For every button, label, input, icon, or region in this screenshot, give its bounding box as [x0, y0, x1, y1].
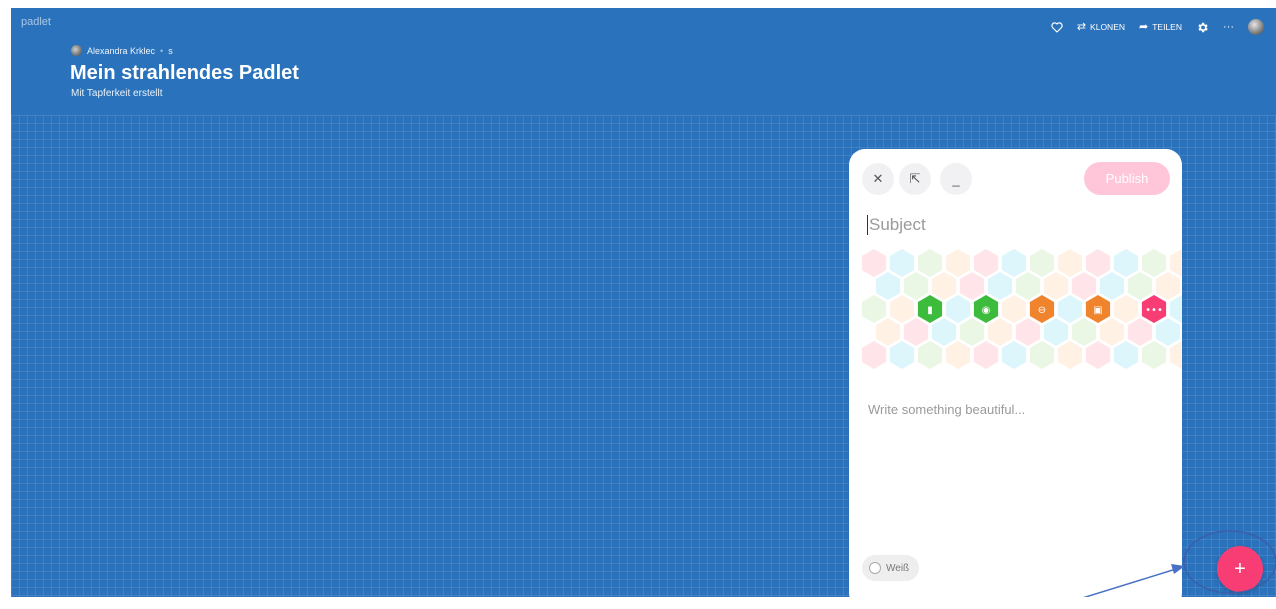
- page-title[interactable]: Mein strahlendes Padlet: [70, 62, 299, 85]
- close-button[interactable]: ✕: [862, 163, 894, 195]
- hex-pattern-cell: [1043, 318, 1069, 346]
- hex-pattern-cell: [945, 341, 971, 369]
- hex-pattern-cell: [1155, 272, 1181, 300]
- hex-pattern-cell: [1029, 249, 1055, 277]
- hex-pattern-cell: [903, 318, 929, 346]
- author-separator: •: [160, 45, 164, 56]
- like-button[interactable]: [1051, 21, 1063, 33]
- more-button[interactable]: ···: [1223, 20, 1234, 33]
- hex-pattern-cell: [1057, 295, 1083, 323]
- author-name[interactable]: Alexandra Krklec: [87, 46, 155, 56]
- hex-pattern-cell: [1071, 318, 1097, 346]
- link-icon: ⊖: [1038, 305, 1046, 316]
- close-icon: ✕: [872, 171, 884, 186]
- gear-icon: [1198, 22, 1208, 32]
- share-arrow-icon: ➦: [1139, 20, 1149, 33]
- hex-pattern-cell: [1169, 341, 1182, 369]
- expand-button[interactable]: ⇱: [899, 163, 931, 195]
- share-label: TEILEN: [1152, 22, 1182, 32]
- hex-pattern-cell: [1085, 341, 1111, 369]
- hex-pattern-cell: [861, 295, 887, 323]
- upload-file-icon: ▮: [927, 305, 933, 316]
- hex-pattern-cell: [1127, 272, 1153, 300]
- expand-arrow-icon: ⇱: [909, 171, 921, 186]
- hex-pattern-cell: [945, 295, 971, 323]
- hex-pattern-cell: [1169, 249, 1182, 277]
- hex-pattern-cell: [987, 272, 1013, 300]
- hex-pattern-cell: [889, 341, 915, 369]
- hex-pattern-cell: [1099, 272, 1125, 300]
- settings-button[interactable]: [1196, 21, 1209, 34]
- hex-pattern-cell: [875, 318, 901, 346]
- hex-pattern-cell: [903, 272, 929, 300]
- author-suffix: s: [168, 45, 173, 56]
- hex-pattern-cell: [959, 318, 985, 346]
- publish-button[interactable]: Publish: [1084, 162, 1170, 195]
- hex-pattern-cell: [1141, 249, 1167, 277]
- hex-pattern-cell: [917, 341, 943, 369]
- page-subtitle[interactable]: Mit Tapferkeit erstellt: [71, 88, 163, 99]
- camera-icon: ◉: [982, 305, 991, 316]
- hex-pattern-cell: [987, 318, 1013, 346]
- hex-pattern-cell: [889, 295, 915, 323]
- hex-pattern-cell: [1001, 249, 1027, 277]
- hex-pattern-cell: [1085, 249, 1111, 277]
- clone-label: KLONEN: [1090, 22, 1126, 32]
- attachment-picker: ▮ ◉ ⊖ ▣ •••: [861, 249, 1182, 369]
- ellipsis-icon: ···: [1223, 20, 1234, 33]
- add-post-button[interactable]: +: [1217, 546, 1263, 592]
- author-avatar[interactable]: [71, 45, 82, 56]
- plus-icon: +: [1234, 557, 1246, 580]
- user-avatar[interactable]: [1248, 19, 1264, 35]
- hex-pattern-cell: [889, 249, 915, 277]
- author-line: Alexandra Krklec • s: [71, 45, 173, 56]
- hex-pattern-cell: [1113, 295, 1139, 323]
- top-toolbar: ⇄ KLONEN ➦ TEILEN ···: [1051, 19, 1264, 35]
- hex-pattern-cell: [931, 272, 957, 300]
- hex-pattern-cell: [1113, 341, 1139, 369]
- hex-pattern-cell: [1057, 249, 1083, 277]
- hex-pattern-cell: [1001, 295, 1027, 323]
- hex-pattern-cell: [861, 341, 887, 369]
- hex-pattern-cell: [945, 249, 971, 277]
- hex-pattern-cell: [1127, 318, 1153, 346]
- hex-pattern-cell: [1001, 341, 1027, 369]
- hex-pattern-cell: [1071, 272, 1097, 300]
- hex-pattern-cell: [1057, 341, 1083, 369]
- more-attachments-icon: •••: [1145, 305, 1163, 316]
- app-logo[interactable]: padlet: [21, 16, 51, 28]
- hex-pattern-cell: [1169, 295, 1182, 323]
- hex-pattern-cell: [1141, 341, 1167, 369]
- repeat-icon: ⇄: [1076, 20, 1087, 33]
- hex-pattern-cell: [917, 249, 943, 277]
- post-composer: ✕ ⇱ _ Publish ▮ ◉ ⊖ ▣ ••• Weiß: [849, 149, 1182, 609]
- color-label: Weiß: [886, 562, 910, 574]
- hex-pattern-cell: [1099, 318, 1125, 346]
- hex-pattern-cell: [1113, 249, 1139, 277]
- hex-pattern-cell: [1043, 272, 1069, 300]
- image-search-icon: ▣: [1093, 305, 1102, 316]
- hex-pattern-cell: [1155, 318, 1181, 346]
- share-button[interactable]: ➦ TEILEN: [1139, 20, 1182, 33]
- hex-pattern-cell: [875, 272, 901, 300]
- hex-pattern-cell: [959, 272, 985, 300]
- hex-pattern-cell: [973, 249, 999, 277]
- hex-pattern-cell: [931, 318, 957, 346]
- heart-icon: [1051, 21, 1063, 33]
- subject-input[interactable]: [867, 215, 1159, 235]
- hex-pattern-cell: [1015, 272, 1041, 300]
- hex-pattern-cell: [1029, 341, 1055, 369]
- hex-pattern-cell: [1015, 318, 1041, 346]
- body-input[interactable]: [868, 402, 1158, 552]
- color-picker-button[interactable]: Weiß: [862, 555, 920, 581]
- hex-pattern-cell: [861, 249, 887, 277]
- minimize-icon: _: [952, 171, 960, 187]
- minimize-button[interactable]: _: [940, 163, 972, 195]
- color-swatch: [869, 562, 881, 574]
- clone-button[interactable]: ⇄ KLONEN: [1076, 20, 1126, 33]
- hex-pattern-cell: [973, 341, 999, 369]
